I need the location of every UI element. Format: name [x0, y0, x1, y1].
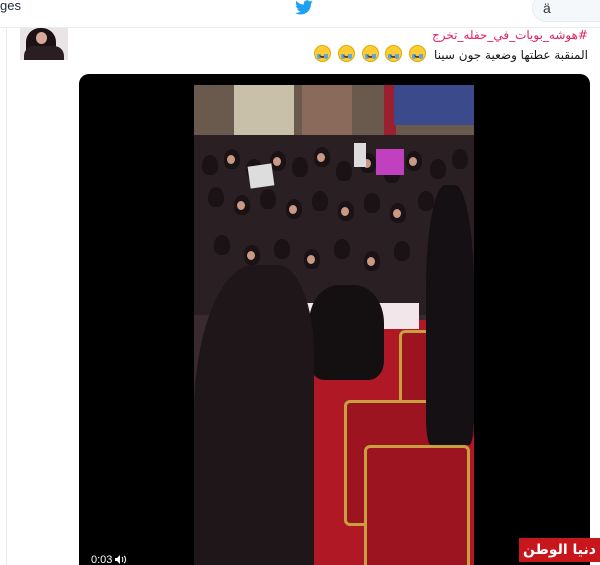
audience-sign: [247, 163, 275, 189]
search-input[interactable]: ä: [532, 0, 600, 22]
face-with-tears-of-joy-icon: [385, 45, 403, 62]
search-text: ä: [543, 0, 551, 16]
watermark-logo: دنيا الوطن: [519, 538, 600, 562]
audience-sign: [354, 143, 366, 167]
foreground-person: [194, 265, 314, 565]
audience-sign: [376, 149, 404, 175]
nav-item-messages[interactable]: ges: [0, 0, 21, 13]
twitter-bird-icon[interactable]: [293, 0, 315, 16]
video-player[interactable]: 0:03: [79, 74, 590, 565]
face-with-tears-of-joy-icon: [337, 45, 355, 62]
chair: [364, 445, 470, 565]
foreground-person: [426, 185, 474, 445]
face-with-tears-of-joy-icon: [313, 45, 331, 62]
sidebar-divider: [6, 27, 7, 565]
volume-icon[interactable]: [115, 555, 127, 564]
avatar[interactable]: [20, 28, 68, 60]
face-with-tears-of-joy-icon: [409, 45, 427, 62]
face-with-tears-of-joy-icon: [361, 45, 379, 62]
timecode-text: 0:03: [91, 554, 113, 565]
hashtag-link[interactable]: #هوشه_بويات_في_حفله_تخرج: [432, 28, 588, 42]
video-timecode: 0:03: [91, 554, 127, 565]
top-navigation-bar: ges ä: [0, 0, 600, 28]
video-frame[interactable]: [194, 85, 474, 565]
emoji-row: [311, 45, 427, 62]
tweet-body: المنقبة عطتها وضعية جون سينا: [434, 48, 588, 62]
dancing-person: [309, 285, 384, 380]
tweet-text: المنقبة عطتها وضعية جون سينا: [311, 45, 588, 62]
